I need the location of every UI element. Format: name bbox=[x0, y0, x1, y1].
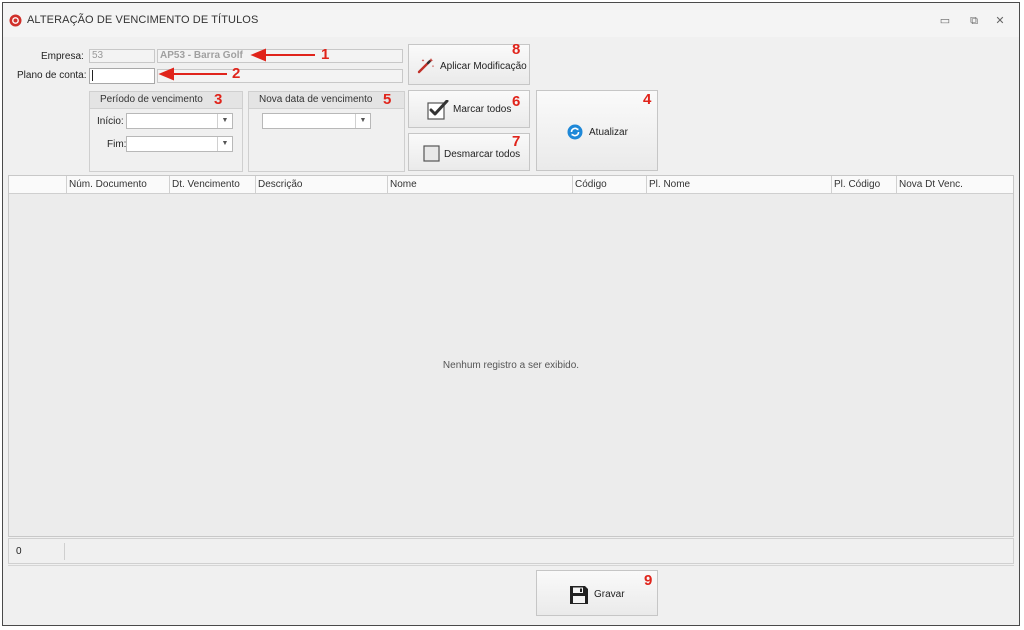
annotation-4: 4 bbox=[643, 91, 652, 108]
annotation-7: 7 bbox=[512, 133, 521, 150]
annotation-2: 2 bbox=[232, 65, 241, 82]
window: ALTERAÇÃO DE VENCIMENTO DE TÍTULOS ▭ ⧉ ✕… bbox=[2, 2, 1020, 626]
annotation-5: 5 bbox=[383, 91, 392, 108]
annotation-8: 8 bbox=[512, 41, 521, 58]
annotation-arrowhead-1 bbox=[250, 48, 266, 62]
annotation-6: 6 bbox=[512, 93, 521, 110]
annotation-9: 9 bbox=[644, 572, 653, 589]
annotation-arrowhead-2 bbox=[158, 67, 174, 81]
annotation-3: 3 bbox=[214, 91, 223, 108]
annotation-1: 1 bbox=[321, 46, 330, 63]
